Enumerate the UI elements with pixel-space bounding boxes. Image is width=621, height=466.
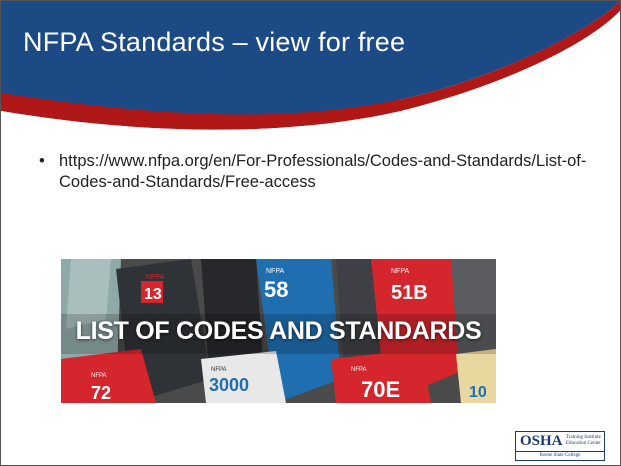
logo-sub1: Training Institute xyxy=(566,435,601,440)
book-number: 13 xyxy=(144,286,162,303)
banner-headline: LIST OF CODES AND STANDARDS xyxy=(75,317,482,345)
book-number: 51B xyxy=(391,282,428,304)
book-label: NFPA xyxy=(146,274,164,281)
logo-subtitle: Training Institute Education Center xyxy=(566,435,601,447)
book-number: 3000 xyxy=(209,375,249,395)
book-label: NFPA xyxy=(211,367,227,373)
logo-college: Keene State College xyxy=(516,451,604,458)
book-number: 70E xyxy=(361,377,400,402)
book-number: 58 xyxy=(264,277,288,302)
slide-title: NFPA Standards – view for free xyxy=(23,27,406,57)
slide: NFPA Standards – view for free • https:/… xyxy=(0,0,621,466)
bullet-dot-icon: • xyxy=(39,152,45,170)
bullet-item: • https://www.nfpa.org/en/For-Profession… xyxy=(39,151,599,193)
book-label: NFPA xyxy=(91,373,107,379)
book-number: 72 xyxy=(91,383,111,403)
logo-sub2: Education Center xyxy=(566,441,601,446)
free-access-link[interactable]: https://www.nfpa.org/en/For-Professional… xyxy=(59,151,599,193)
book-label: NFPA xyxy=(391,268,409,275)
bullet-list: • https://www.nfpa.org/en/For-Profession… xyxy=(39,151,599,193)
book-label: NFPA xyxy=(266,268,284,275)
header-band xyxy=(1,1,620,137)
osha-logo-text: OSHA xyxy=(520,433,563,449)
codes-banner-image: NFPA 13 NFPA 58 NFPA 51B NFPA 72 NFPA 30… xyxy=(61,259,496,403)
book-label: NFPA xyxy=(351,367,367,373)
osha-logo: OSHA Training Institute Education Center… xyxy=(515,431,605,461)
book-number: 10 xyxy=(469,384,487,401)
